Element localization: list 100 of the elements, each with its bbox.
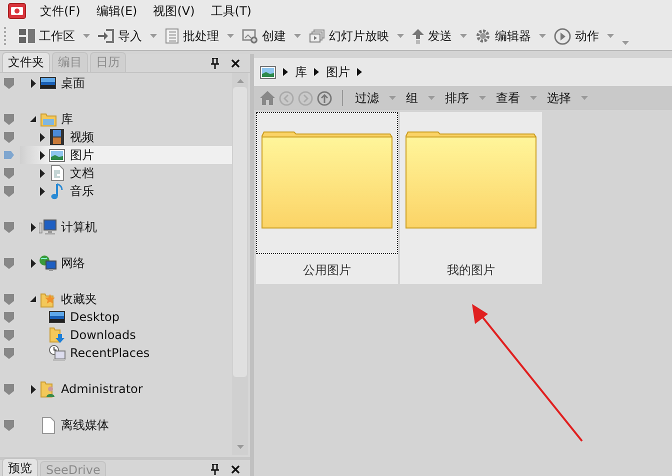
bookmark-icon[interactable]: [4, 132, 14, 143]
caret-icon[interactable]: [607, 34, 614, 38]
scroll-up-icon[interactable]: [236, 79, 244, 83]
tree-label: 计算机: [61, 218, 97, 236]
bookmark-icon[interactable]: [4, 186, 14, 197]
menu-button[interactable]: 组: [404, 90, 420, 106]
bookmark-icon[interactable]: [4, 330, 14, 341]
tree-item[interactable]: 收藏夹: [0, 290, 232, 308]
caret-icon[interactable]: [428, 96, 435, 100]
menu-item[interactable]: 工具(T): [204, 0, 258, 22]
toolbar-button[interactable]: 创建: [238, 26, 290, 46]
bookmark-icon[interactable]: [4, 294, 14, 305]
tree-item[interactable]: Downloads: [0, 326, 232, 344]
caret-icon[interactable]: [581, 96, 588, 100]
caret-icon[interactable]: [397, 34, 404, 38]
caret-icon[interactable]: [389, 96, 396, 100]
chevron-icon[interactable]: [283, 68, 288, 76]
breadcrumb-item[interactable]: 图片: [326, 64, 350, 80]
collapsed-icon[interactable]: [40, 150, 44, 160]
tree-label: RecentPlaces: [70, 346, 150, 360]
layout-icon: [19, 29, 35, 43]
image-plus-icon: [242, 28, 258, 44]
bookmark-icon[interactable]: [4, 258, 14, 269]
close-icon[interactable]: [231, 464, 240, 474]
caret-icon[interactable]: [227, 34, 234, 38]
tree-item[interactable]: 文档: [0, 164, 232, 182]
toolbar-button[interactable]: 工作区: [15, 26, 79, 46]
menu-button[interactable]: 过滤: [353, 90, 381, 106]
tree-item[interactable]: Administrator: [0, 380, 232, 398]
tree-item[interactable]: RecentPlaces: [0, 344, 232, 362]
caret-icon[interactable]: [539, 34, 546, 38]
tree-item[interactable]: 计算机: [0, 218, 232, 236]
collapsed-icon[interactable]: [30, 222, 36, 232]
tree-label: Downloads: [70, 328, 136, 342]
menu-button[interactable]: 选择: [545, 90, 573, 106]
caret-icon[interactable]: [294, 34, 301, 38]
chevron-icon[interactable]: [314, 68, 319, 76]
tree-item[interactable]: Desktop: [0, 308, 232, 326]
computer-icon: [39, 219, 57, 235]
collapsed-icon[interactable]: [30, 258, 36, 268]
folder-tile[interactable]: 公用图片: [256, 112, 398, 284]
toolbar-button[interactable]: 幻灯片放映: [305, 26, 393, 46]
document-icon: [50, 165, 64, 181]
bookmark-icon[interactable]: [4, 348, 14, 359]
pin-icon[interactable]: [211, 58, 219, 68]
up-icon[interactable]: [317, 90, 332, 106]
close-icon[interactable]: [231, 58, 240, 68]
bookmark-icon[interactable]: [4, 114, 14, 125]
toolbar-button[interactable]: 发送: [408, 26, 456, 46]
collapsed-icon[interactable]: [40, 168, 44, 178]
toolbar-button[interactable]: 编辑器: [471, 26, 535, 46]
bookmark-icon[interactable]: [4, 168, 14, 179]
caret-icon[interactable]: [83, 34, 90, 38]
toolbar-button[interactable]: 动作: [550, 26, 603, 46]
camera-icon[interactable]: [8, 3, 26, 19]
caret-icon[interactable]: [460, 34, 467, 38]
expanded-icon[interactable]: [30, 116, 36, 122]
tree-item[interactable]: 网络: [0, 254, 232, 272]
bookmark-icon[interactable]: [4, 312, 14, 323]
bookmark-icon[interactable]: [4, 78, 14, 89]
tree-item[interactable]: 桌面: [0, 74, 232, 92]
breadcrumb-item[interactable]: 库: [295, 64, 307, 80]
toolbar-button[interactable]: 导入: [94, 26, 146, 46]
collapsed-icon[interactable]: [40, 186, 44, 196]
collapsed-icon[interactable]: [40, 132, 44, 142]
caret-icon[interactable]: [530, 96, 537, 100]
tree-item[interactable]: 视频: [0, 128, 232, 146]
menu-item[interactable]: 视图(V): [147, 0, 201, 22]
star-folder-icon: [40, 290, 56, 308]
caret-icon[interactable]: [479, 96, 486, 100]
menu-button[interactable]: 查看: [494, 90, 522, 106]
scroll-down-icon[interactable]: [236, 445, 244, 449]
folder-tile[interactable]: 我的图片: [400, 112, 542, 284]
play-icon: [554, 28, 571, 44]
menu-item[interactable]: 文件(F): [34, 0, 86, 22]
toolbar-button[interactable]: 批处理: [161, 26, 223, 46]
bookmark-icon[interactable]: [4, 384, 14, 395]
bookmark-icon[interactable]: [4, 150, 14, 161]
tree-label: 桌面: [61, 74, 85, 92]
home-icon[interactable]: [260, 91, 275, 105]
forward-icon[interactable]: [298, 90, 313, 106]
caret-icon[interactable]: [622, 41, 629, 45]
panel-tab[interactable]: 预览: [2, 458, 38, 476]
bookmark-icon[interactable]: [4, 420, 14, 431]
back-icon[interactable]: [279, 90, 294, 106]
menu-button[interactable]: 排序: [443, 90, 471, 106]
collapsed-icon[interactable]: [30, 78, 36, 88]
tree-item[interactable]: 库: [0, 110, 232, 128]
caret-icon[interactable]: [150, 34, 157, 38]
menu-item[interactable]: 编辑(E): [90, 0, 144, 22]
pin-icon[interactable]: [211, 464, 219, 474]
chevron-icon[interactable]: [357, 68, 362, 76]
expanded-icon[interactable]: [30, 296, 36, 302]
panel-tab[interactable]: 文件夹: [2, 52, 50, 72]
tree-item[interactable]: 离线媒体: [0, 416, 232, 434]
collapsed-icon[interactable]: [30, 384, 36, 394]
scrollbar[interactable]: [232, 73, 248, 455]
tree-item[interactable]: 音乐: [0, 182, 232, 200]
tree-label: 音乐: [70, 182, 94, 200]
bookmark-icon[interactable]: [4, 222, 14, 233]
